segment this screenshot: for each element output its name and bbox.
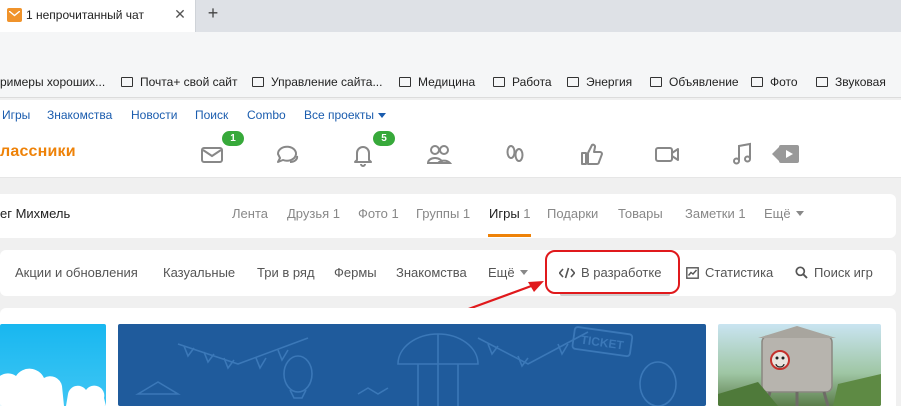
folder-icon [493, 77, 505, 87]
tab-title: 1 непрочитанный чат [26, 8, 144, 22]
games-tab-farms[interactable]: Фермы [334, 265, 377, 280]
games-tab-dating[interactable]: Знакомства [396, 265, 467, 280]
nav-games-label: Игры [489, 206, 520, 221]
bookmarks-bar: римеры хороших... Почта+ свой сайт Управ… [0, 66, 901, 98]
nav-more-dropdown[interactable]: Ещё [764, 206, 804, 221]
nav-games[interactable]: Игры 1 [489, 206, 531, 221]
bookmark-label: Почта+ свой сайт [140, 75, 238, 89]
all-projects-label: Все проекты [304, 108, 375, 122]
events-icon[interactable] [578, 141, 604, 167]
guests-icon[interactable] [502, 141, 528, 167]
nav-photos[interactable]: Фото 1 [358, 206, 399, 221]
folder-icon [650, 77, 662, 87]
bookmark-label: Энергия [586, 75, 633, 89]
project-link-combo[interactable]: Combo [247, 108, 286, 122]
game-tile-featured[interactable]: TICKET [118, 324, 706, 406]
game-tile[interactable] [718, 324, 881, 406]
games-tv-icon[interactable] [772, 141, 802, 167]
user-name[interactable]: ег Михмель [0, 206, 70, 221]
nav-more-label: Ещё [764, 206, 791, 221]
nav-gifts[interactable]: Подарки [547, 206, 598, 221]
games-tab-updates[interactable]: Акции и обновления [15, 265, 138, 280]
games-search-label: Поиск игр [814, 265, 873, 280]
games-tab-stats-label: Статистика [705, 265, 774, 280]
nav-games-count: 1 [523, 206, 531, 221]
search-icon [795, 266, 808, 279]
nav-notes[interactable]: Заметки 1 [685, 206, 746, 221]
games-subnav: Акции и обновления Казуальные Три в ряд … [0, 250, 896, 296]
games-search[interactable]: Поиск игр [795, 265, 873, 280]
bookmark-label: Медицина [418, 75, 476, 89]
folder-icon [252, 77, 264, 87]
nav-goods[interactable]: Товары [618, 206, 663, 221]
notifications-icon[interactable] [350, 141, 376, 167]
folder-icon [567, 77, 579, 87]
chevron-down-icon [519, 270, 528, 275]
bookmark-label: Звуковая [835, 75, 886, 89]
messages-icon[interactable] [199, 141, 225, 167]
cloud-image [0, 368, 106, 406]
bookmark-label: Управление сайта... [271, 75, 383, 89]
folder-icon [121, 77, 133, 87]
chevron-down-icon [795, 211, 804, 216]
highlight-box [545, 250, 680, 294]
water-tower-image [718, 326, 881, 406]
project-link-search[interactable]: Поиск [195, 108, 228, 122]
profile-nav: ег Михмель Лента Друзья 1 Фото 1 Группы … [0, 194, 896, 238]
projects-bar: Игры Знакомства Новости Поиск Combo Все … [0, 100, 901, 128]
bookmark-folder[interactable]: Объявление [650, 75, 739, 89]
bookmark-folder[interactable]: Звуковая [816, 75, 886, 89]
bookmark-label: римеры хороших... [0, 75, 106, 89]
browser-tab-strip: 1 непрочитанный чат ✕ + [0, 0, 901, 32]
nav-groups[interactable]: Группы 1 [416, 206, 470, 221]
site-logo[interactable]: лассники [0, 143, 76, 161]
messages-badge: 1 [222, 131, 244, 146]
bookmark-folder[interactable]: Медицина [399, 75, 475, 89]
bookmark-label: Работа [512, 75, 552, 89]
video-icon[interactable] [654, 141, 680, 167]
notifications-badge: 5 [373, 131, 395, 146]
bookmark-folder[interactable]: Работа [493, 75, 552, 89]
all-projects-dropdown[interactable]: Все проекты [304, 108, 387, 122]
bookmark-label: Фото [770, 75, 798, 89]
friends-icon[interactable] [426, 141, 452, 167]
chevron-down-icon [378, 113, 387, 118]
bookmark-folder[interactable]: Энергия [567, 75, 632, 89]
games-tab-match3[interactable]: Три в ряд [257, 265, 315, 280]
bookmark-label: Объявление [669, 75, 739, 89]
browser-toolbar [0, 32, 901, 66]
carnival-illustration: TICKET [135, 326, 677, 406]
project-link-games[interactable]: Игры [2, 108, 30, 122]
nav-friends[interactable]: Друзья 1 [287, 206, 340, 221]
new-tab-button[interactable]: + [203, 3, 223, 24]
bookmark-folder[interactable]: Управление сайта... [252, 75, 382, 89]
active-tab-indicator [488, 234, 531, 237]
close-tab-icon[interactable]: ✕ [172, 6, 188, 22]
games-tab-casual[interactable]: Казуальные [163, 265, 235, 280]
bookmark-folder[interactable]: Фото [751, 75, 798, 89]
project-link-dating[interactable]: Знакомства [47, 108, 112, 122]
nav-feed[interactable]: Лента [232, 206, 268, 221]
folder-icon [751, 77, 763, 87]
browser-tab[interactable]: 1 непрочитанный чат ✕ [0, 0, 196, 32]
bookmark-folder[interactable]: Почта+ свой сайт [121, 75, 238, 89]
bookmark-item[interactable]: римеры хороших... [0, 75, 105, 89]
folder-icon [816, 77, 828, 87]
game-tile[interactable] [0, 324, 106, 406]
chart-icon [686, 267, 699, 279]
music-icon[interactable] [730, 141, 756, 167]
games-tab-stats[interactable]: Статистика [686, 265, 773, 280]
mail-favicon-icon [7, 8, 22, 22]
site-header: лассники 1 5 [0, 128, 901, 178]
project-link-news[interactable]: Новости [131, 108, 177, 122]
discussions-icon[interactable] [274, 141, 300, 167]
folder-icon [399, 77, 411, 87]
